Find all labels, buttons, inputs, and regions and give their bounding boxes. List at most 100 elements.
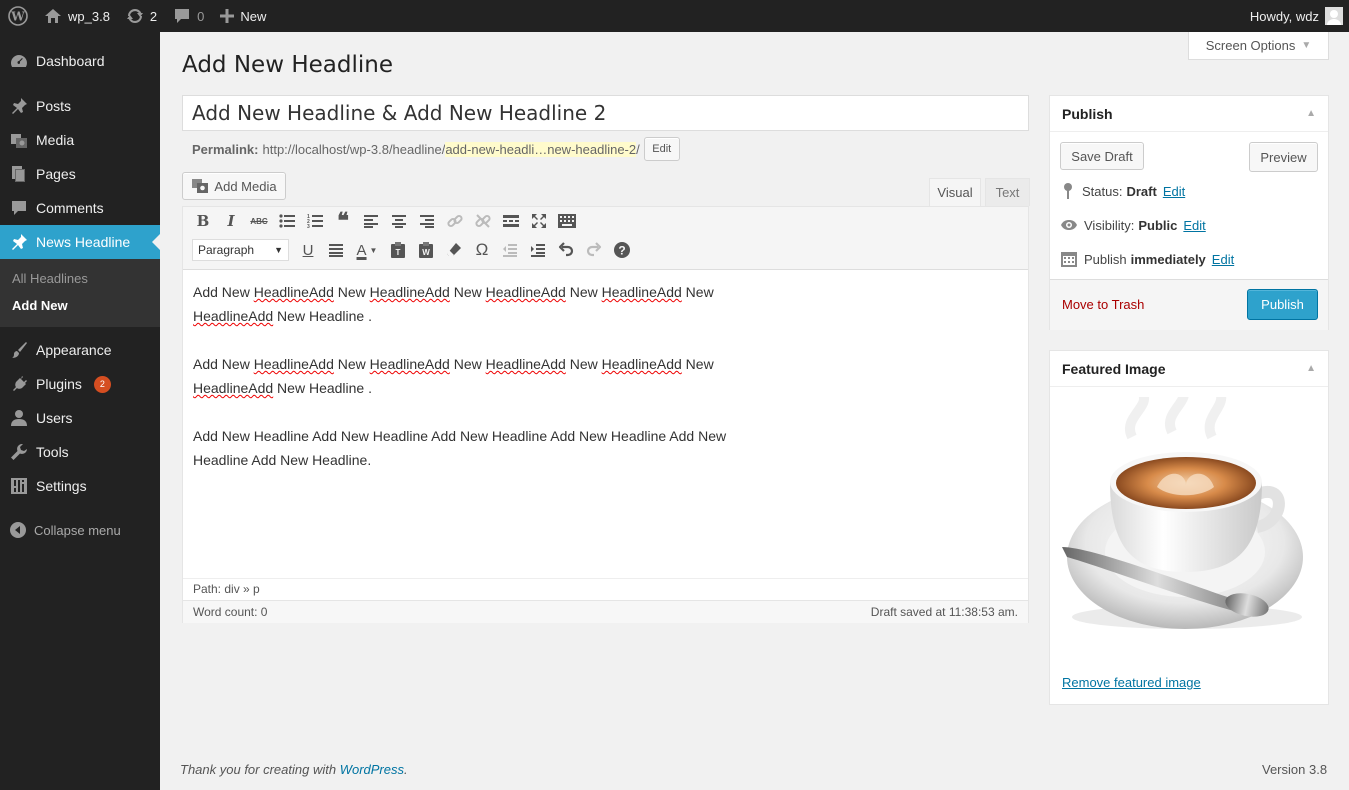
numbered-list-icon[interactable]: 123 — [304, 210, 326, 232]
preview-button[interactable]: Preview — [1249, 142, 1318, 172]
admin-sidebar: Dashboard Posts Media Pages Comments New… — [0, 32, 160, 790]
help-icon[interactable]: ? — [611, 239, 633, 261]
fullscreen-icon[interactable] — [528, 210, 550, 232]
site-name-link[interactable]: wp_3.8 — [36, 0, 118, 32]
featured-image-thumbnail[interactable] — [1062, 397, 1312, 637]
add-media-button[interactable]: Add Media — [182, 172, 286, 200]
caret-down-icon: ▼ — [274, 245, 283, 255]
publish-box-header[interactable]: Publish ▲ — [1050, 96, 1328, 132]
editor-content-area[interactable]: Add New HeadlineAdd New HeadlineAdd New … — [183, 270, 1028, 578]
permalink-slug[interactable]: add-new-headli…new-headline-2 — [445, 141, 637, 157]
paste-text-icon[interactable]: T — [387, 239, 409, 261]
tab-text[interactable]: Text — [985, 178, 1030, 206]
undo-icon[interactable] — [555, 239, 577, 261]
move-to-trash-link[interactable]: Move to Trash — [1062, 297, 1144, 312]
menu-comments[interactable]: Comments — [0, 191, 160, 225]
special-char-icon[interactable]: Ω — [471, 239, 493, 261]
my-account-link[interactable]: Howdy, wdz — [1242, 0, 1349, 32]
status-row: Status: Draft Edit — [1060, 182, 1185, 200]
menu-news-headline[interactable]: News Headline — [0, 225, 160, 259]
italic-icon[interactable]: I — [220, 210, 242, 232]
menu-tools[interactable]: Tools — [0, 435, 160, 469]
menu-pages[interactable]: Pages — [0, 157, 160, 191]
comments-link[interactable]: 0 — [165, 0, 212, 32]
draft-saved-status: Draft saved at 11:38:53 am. — [870, 605, 1018, 619]
visibility-label: Visibility: — [1084, 217, 1135, 233]
post-title-input[interactable]: Add New Headline & Add New Headline 2 — [182, 95, 1029, 131]
submenu-add-new[interactable]: Add New — [0, 292, 160, 319]
eraser-icon[interactable] — [443, 239, 465, 261]
permalink-edit-button[interactable]: Edit — [643, 137, 680, 161]
collapse-label: Collapse menu — [34, 522, 121, 538]
editor-status-bar: Word count: 0 Draft saved at 11:38:53 am… — [183, 600, 1028, 623]
align-right-icon[interactable] — [416, 210, 438, 232]
menu-users[interactable]: Users — [0, 401, 160, 435]
new-content-link[interactable]: New — [212, 0, 274, 32]
edit-status-link[interactable]: Edit — [1163, 184, 1185, 199]
menu-label: Plugins — [36, 376, 82, 392]
save-draft-button[interactable]: Save Draft — [1060, 142, 1144, 170]
edit-visibility-link[interactable]: Edit — [1183, 218, 1205, 233]
outdent-icon[interactable] — [499, 239, 521, 261]
strikethrough-icon[interactable]: ABC — [248, 210, 270, 232]
editor-toolbar: B I ABC 123 ❝ Paragraph ▼ U A ▼ T W Ω ? — [183, 207, 1028, 270]
menu-label: Posts — [36, 98, 72, 114]
bold-icon[interactable]: B — [192, 210, 214, 232]
wordpress-link[interactable]: WordPress — [340, 762, 404, 777]
justify-icon[interactable] — [325, 239, 347, 261]
collapse-menu-button[interactable]: Collapse menu — [0, 513, 160, 547]
publish-actions: Move to Trash Publish — [1050, 279, 1328, 330]
comments-count: 0 — [197, 8, 205, 24]
toggle-arrow-icon[interactable]: ▲ — [1306, 363, 1316, 374]
permalink-row: Permalink: http://localhost/wp-3.8/headl… — [192, 137, 680, 161]
publish-button[interactable]: Publish — [1247, 289, 1318, 320]
menu-dashboard[interactable]: Dashboard — [0, 44, 160, 78]
format-select[interactable]: Paragraph ▼ — [192, 239, 289, 261]
format-value: Paragraph — [198, 243, 255, 257]
screen-options-button[interactable]: Screen Options ▼ — [1188, 32, 1329, 60]
menu-plugins[interactable]: Plugins 2 — [0, 367, 160, 401]
more-tag-icon[interactable] — [500, 210, 522, 232]
brush-icon — [12, 342, 27, 358]
page-title: Add New Headline — [182, 52, 393, 78]
underline-icon[interactable]: U — [297, 239, 319, 261]
tab-visual[interactable]: Visual — [929, 178, 981, 206]
eye-icon — [1061, 220, 1077, 230]
menu-appearance[interactable]: Appearance — [0, 333, 160, 367]
align-center-icon[interactable] — [388, 210, 410, 232]
pages-icon — [12, 166, 25, 182]
unlink-icon[interactable] — [472, 210, 494, 232]
toggle-arrow-icon[interactable]: ▲ — [1306, 108, 1316, 119]
user-icon — [11, 410, 27, 426]
permalink-base: http://localhost/wp-3.8/headline/ — [262, 141, 446, 157]
align-left-icon[interactable] — [360, 210, 382, 232]
edit-schedule-link[interactable]: Edit — [1212, 252, 1234, 267]
permalink-url: http://localhost/wp-3.8/headline/add-new… — [262, 141, 640, 157]
submenu-all-headlines[interactable]: All Headlines — [0, 265, 160, 292]
schedule-value: immediately — [1130, 251, 1206, 267]
text-color-icon[interactable]: A ▼ — [353, 239, 381, 261]
blockquote-icon[interactable]: ❝ — [332, 208, 354, 234]
pin-icon — [12, 234, 27, 250]
visibility-value: Public — [1138, 217, 1178, 233]
redo-icon[interactable] — [583, 239, 605, 261]
bullet-list-icon[interactable] — [276, 210, 298, 232]
menu-posts[interactable]: Posts — [0, 89, 160, 123]
news-headline-submenu: All Headlines Add New — [0, 259, 160, 327]
svg-text:3: 3 — [307, 224, 310, 228]
status-label: Status: — [1082, 183, 1123, 199]
toolbar-toggle-icon[interactable] — [556, 210, 578, 232]
paste-word-icon[interactable]: W — [415, 239, 437, 261]
menu-label: Media — [36, 132, 75, 148]
wordpress-logo-icon[interactable]: W — [0, 0, 36, 32]
menu-media[interactable]: Media — [0, 123, 160, 157]
featured-image-header[interactable]: Featured Image ▲ — [1050, 351, 1328, 387]
indent-icon[interactable] — [527, 239, 549, 261]
footer-thanks-text: Thank you for creating with — [180, 762, 337, 777]
menu-settings[interactable]: Settings — [0, 469, 160, 503]
remove-featured-image-link[interactable]: Remove featured image — [1062, 675, 1201, 690]
menu-label: Comments — [36, 200, 104, 216]
updates-link[interactable]: 2 — [118, 0, 165, 32]
home-icon — [45, 9, 61, 23]
insert-link-icon[interactable] — [444, 210, 466, 232]
